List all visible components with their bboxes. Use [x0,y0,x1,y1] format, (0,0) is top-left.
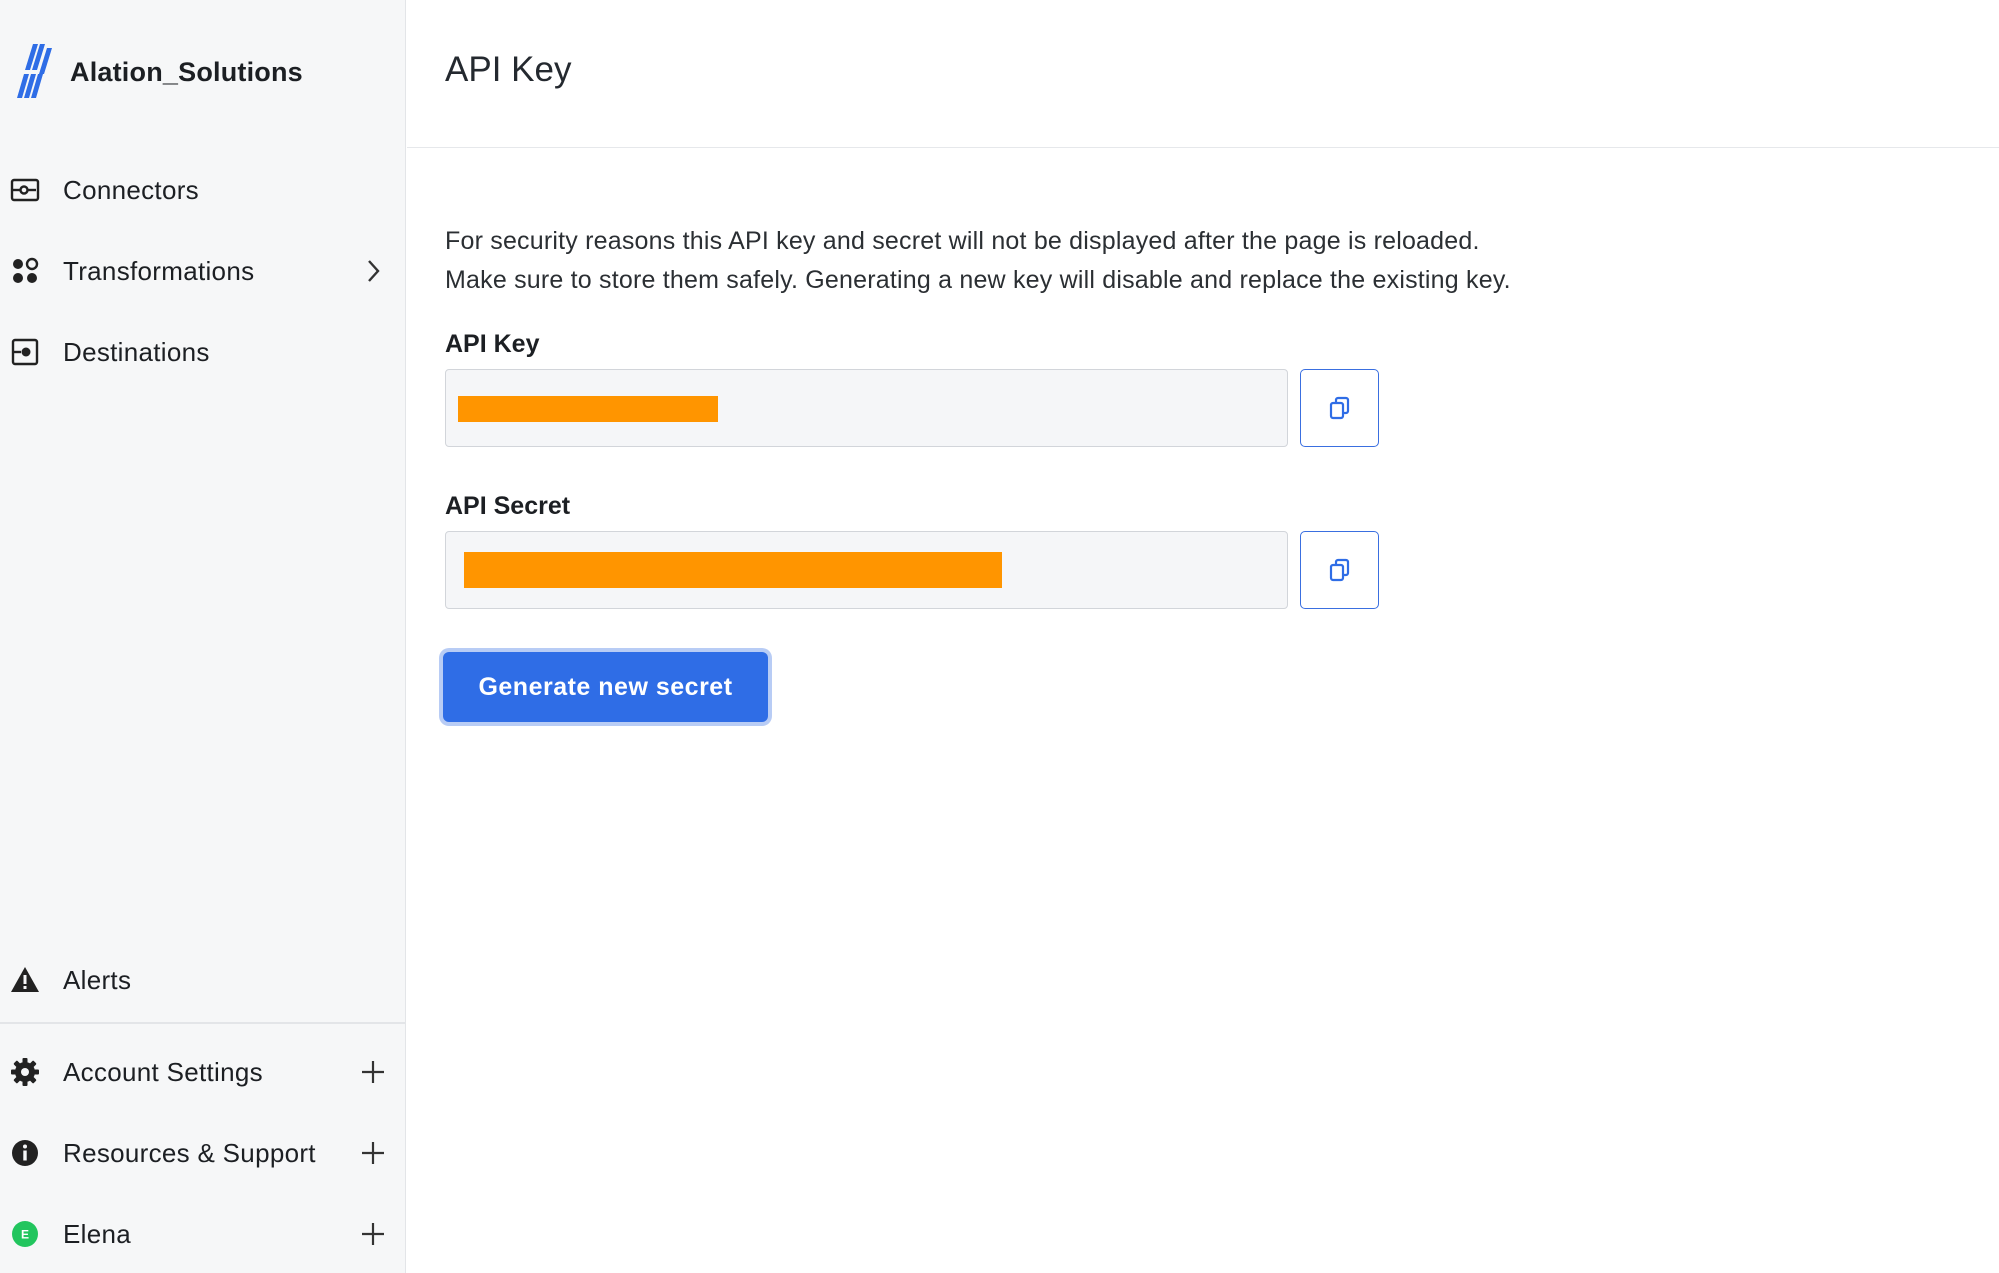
warning-icon [10,965,40,995]
api-secret-field[interactable] [445,531,1288,609]
transformations-icon [10,256,40,286]
sidebar-item-alerts[interactable]: Alerts [0,950,406,1010]
info-icon [10,1138,40,1168]
sidebar-item-connectors[interactable]: Connectors [0,160,406,220]
sidebar-item-destinations[interactable]: Destinations [0,322,406,382]
sidebar-item-label: Resources & Support [63,1137,316,1168]
alation-logo-icon [17,44,52,98]
sidebar-item-user[interactable]: E Elena [0,1204,406,1264]
plus-icon[interactable] [358,1057,388,1087]
connectors-icon [10,175,40,205]
sidebar-divider [0,1022,406,1024]
brand[interactable]: Alation_Solutions [14,44,303,100]
redacted-api-key [458,396,718,422]
copy-api-key-button[interactable] [1300,369,1379,447]
sidebar-item-transformations[interactable]: Transformations [0,241,406,301]
avatar-initial: E [21,1228,29,1242]
sidebar-item-label: Connectors [63,174,199,205]
security-notice: For security reasons this API key and se… [445,222,1511,300]
plus-icon[interactable] [358,1138,388,1168]
redacted-api-secret [464,552,1002,588]
api-secret-label: API Secret [445,492,571,520]
api-key-field[interactable] [445,369,1288,447]
sidebar: Alation_Solutions Connectors Transformat… [0,0,406,1273]
user-avatar: E [10,1219,40,1249]
notice-line-1: For security reasons this API key and se… [445,227,1480,255]
gear-icon [10,1057,40,1087]
copy-api-secret-button[interactable] [1300,531,1379,609]
notice-line-2: Make sure to store them safely. Generati… [445,266,1511,294]
generate-new-secret-button[interactable]: Generate new secret [443,652,768,722]
sidebar-item-label: Destinations [63,336,210,367]
sidebar-item-label: Transformations [63,255,255,286]
page-title: API Key [445,50,572,89]
page-header: API Key [407,0,1999,148]
copy-icon [1329,396,1349,420]
copy-icon [1329,558,1349,582]
api-key-label: API Key [445,330,540,358]
chevron-right-icon[interactable] [358,256,388,286]
org-name: Alation_Solutions [70,56,303,87]
sidebar-item-label: Alerts [63,964,132,995]
sidebar-item-label: Elena [63,1218,131,1249]
sidebar-item-account-settings[interactable]: Account Settings [0,1042,406,1102]
destinations-icon [10,337,40,367]
plus-icon[interactable] [358,1219,388,1249]
sidebar-item-resources-support[interactable]: Resources & Support [0,1123,406,1183]
sidebar-item-label: Account Settings [63,1056,263,1087]
